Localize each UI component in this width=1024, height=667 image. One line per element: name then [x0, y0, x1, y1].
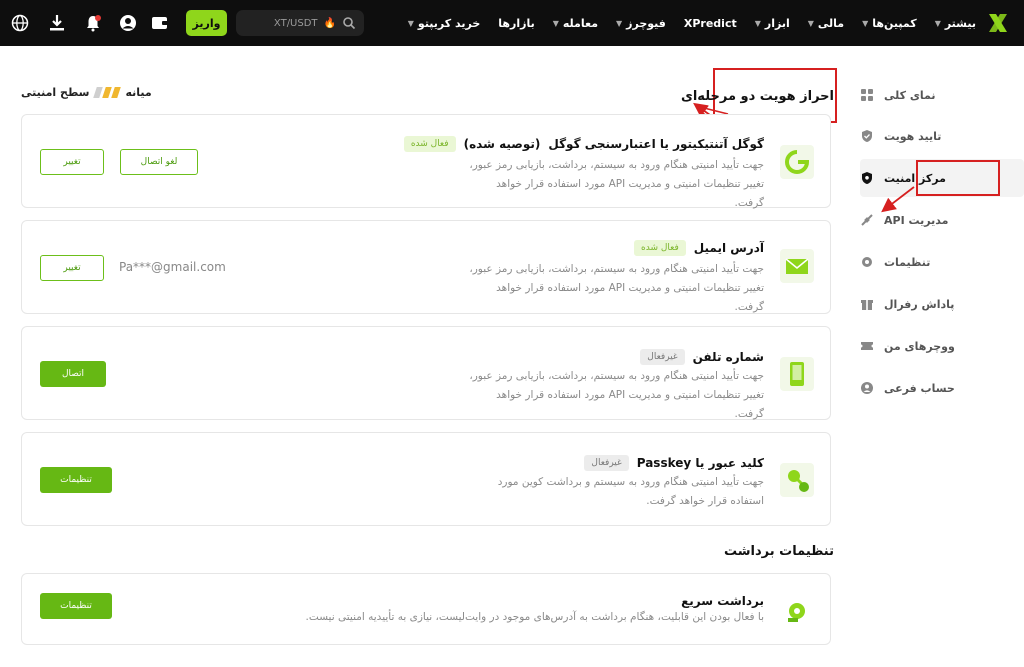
card-title: آدرس ایمیل فعال شده	[634, 240, 764, 256]
card-description: جهت تأیید امنیتی هنگام ورود به سیستم، بر…	[469, 370, 764, 420]
sidebar-item-label: ووچرهای من	[884, 339, 955, 353]
change-email-button[interactable]: تغییر	[40, 255, 104, 281]
user-icon	[861, 382, 873, 394]
sidebar-item-label: پاداش رفرال	[884, 297, 955, 311]
shield-icon	[862, 172, 872, 184]
card-description: جهت تأیید امنیتی هنگام ورود به سیستم و ب…	[497, 476, 764, 507]
annotation-box-sidebar	[916, 160, 1000, 196]
change-button[interactable]: تغییر	[40, 149, 104, 175]
language-globe-icon[interactable]	[10, 13, 30, 33]
search-icon	[343, 17, 356, 30]
masked-email: Pa***@gmail.com	[119, 260, 226, 274]
wallet-icon[interactable]	[150, 13, 170, 33]
email-card: آدرس ایمیل فعال شده جهت تأیید امنیتی هنگ…	[21, 220, 831, 314]
xt-logo-icon[interactable]	[986, 11, 1010, 35]
level-bar	[111, 87, 122, 98]
api-icon	[861, 214, 873, 226]
sidebar-item-label: مدیریت API	[884, 213, 949, 227]
quick-withdraw-card: برداشت سریع با فعال بودن این قابلیت، هنگ…	[21, 573, 831, 645]
sidebar-item-referral-reward[interactable]: پاداش رفرال	[860, 285, 1024, 323]
sidebar-item-my-vouchers[interactable]: ووچرهای من	[860, 327, 1024, 365]
card-title: برداشت سریع	[681, 594, 764, 608]
nav-finance[interactable]: مالی ▼	[808, 17, 844, 30]
security-level-label: سطح امنیتی	[21, 86, 90, 99]
nav-xpredict[interactable]: XPredict	[684, 17, 737, 30]
sidebar-item-overview[interactable]: نمای کلی	[860, 76, 1024, 114]
notification-bell-icon[interactable]	[83, 13, 103, 33]
verified-icon	[862, 130, 872, 142]
download-icon[interactable]	[47, 13, 67, 33]
sidebar-item-api-management[interactable]: مدیریت API	[860, 201, 1024, 239]
sidebar-item-sub-account[interactable]: حساب فرعی	[860, 369, 1024, 407]
sidebar-item-label: تایید هویت	[884, 129, 942, 143]
google-authenticator-card: گوگل آتنتیکیتور یا اعتبارسنجی گوگل (توصی…	[21, 114, 831, 209]
gear-icon	[862, 257, 872, 267]
status-badge: غیرفعال	[640, 349, 685, 365]
passkey-icon	[780, 463, 814, 497]
sidebar-item-label: تنظیمات	[884, 255, 931, 269]
status-badge: فعال شده	[634, 240, 686, 256]
nav-markets[interactable]: بازارها	[498, 17, 534, 30]
card-title: کلید عبور یا Passkey غیرفعال	[584, 455, 764, 471]
nav-more[interactable]: بیشتر ▼	[935, 17, 976, 30]
user-avatar-icon[interactable]	[118, 13, 138, 33]
sidebar-item-settings[interactable]: تنظیمات	[860, 243, 1024, 281]
passkey-card: کلید عبور یا Passkey غیرفعال جهت تأیید ا…	[21, 432, 831, 526]
card-description: جهت تأیید امنیتی هنگام ورود به سیستم، بر…	[469, 159, 764, 209]
status-badge: غیرفعال	[584, 455, 629, 471]
nav-trade[interactable]: معامله ▼	[553, 17, 598, 30]
deposit-button[interactable]: واریز	[186, 10, 227, 36]
nav-buy-crypto[interactable]: خرید کریپتو ▼	[408, 17, 481, 30]
connect-button[interactable]: اتصال	[40, 361, 106, 387]
phone-icon	[780, 357, 814, 391]
market-search[interactable]: XT/USDT 🔥	[236, 10, 364, 36]
email-icon	[780, 249, 814, 283]
security-level-value: میانه	[125, 86, 152, 99]
gift-icon	[861, 300, 873, 310]
google-authenticator-icon	[780, 145, 814, 179]
quick-withdraw-icon	[788, 603, 805, 622]
nav-futures[interactable]: فیوچرز ▼	[616, 17, 666, 30]
security-level: سطح امنیتی میانه	[21, 86, 152, 99]
card-title: گوگل آتنتیکیتور یا اعتبارسنجی گوگل (توصی…	[403, 136, 764, 152]
unlink-button[interactable]: لغو اتصال	[120, 149, 198, 175]
nav-tools[interactable]: ابزار ▼	[755, 17, 790, 30]
fire-icon: 🔥	[323, 17, 336, 29]
status-badge: فعال شده	[403, 136, 456, 152]
grid-icon	[861, 89, 873, 101]
sidebar-item-label: حساب فرعی	[884, 381, 955, 395]
main-nav: خرید کریپتو ▼ بازارها معامله ▼ فیوچرز ▼ XPr…	[408, 0, 976, 46]
security-level-bars	[93, 87, 122, 98]
withdraw-section-title: تنظیمات برداشت	[724, 544, 834, 559]
search-input[interactable]: XT/USDT	[274, 18, 318, 29]
passkey-settings-button[interactable]: تنظیمات	[40, 467, 112, 493]
sidebar-item-label: نمای کلی	[884, 88, 936, 102]
card-description: جهت تأیید امنیتی هنگام ورود به سیستم، بر…	[469, 263, 764, 313]
card-title: شماره تلفن غیرفعال	[640, 349, 764, 365]
two-factor-section-title: احراز هویت دو مرحله‌ای	[680, 89, 834, 104]
nav-campaigns[interactable]: کمپین‌ها ▼	[862, 17, 917, 30]
sidebar-item-identity-verification[interactable]: تایید هویت	[860, 117, 1024, 155]
card-description: با فعال بودن این قابلیت، هنگام برداشت به…	[305, 611, 764, 623]
voucher-icon	[861, 342, 873, 350]
quick-withdraw-settings-button[interactable]: تنظیمات	[40, 593, 112, 619]
phone-card: شماره تلفن غیرفعال جهت تأیید امنیتی هنگا…	[21, 326, 831, 420]
top-navbar: خرید کریپتو ▼ بازارها معامله ▼ فیوچرز ▼ XPr…	[0, 0, 1024, 46]
